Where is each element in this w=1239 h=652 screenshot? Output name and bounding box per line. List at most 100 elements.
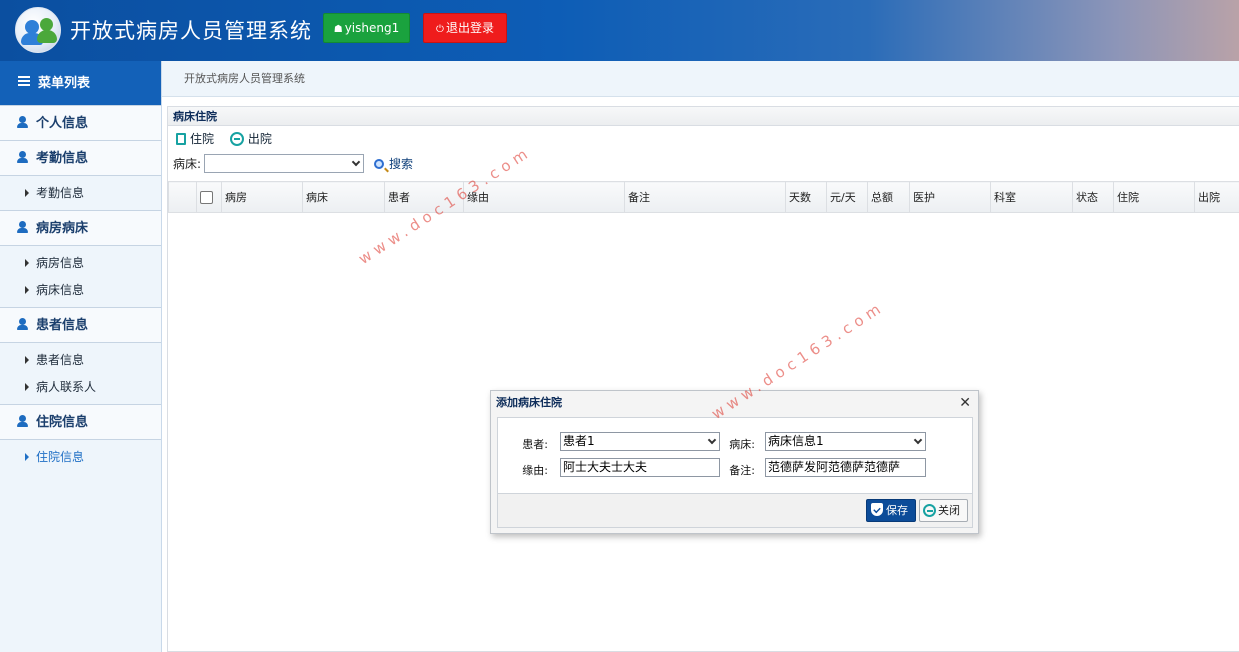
sidebar-group-personal[interactable]: 个人信息 [0, 105, 161, 141]
user-icon [17, 318, 28, 330]
column-header[interactable]: 医护 [909, 181, 991, 213]
home-icon: ☗ [333, 24, 343, 35]
search-button[interactable]: 搜索 [374, 153, 413, 175]
bed-select[interactable]: 病床信息1 [765, 432, 926, 451]
sidebar-group-label: 考勤信息 [36, 151, 89, 166]
close-button-label: 关闭 [938, 504, 960, 517]
column-header[interactable]: 出院 [1194, 181, 1239, 213]
bed-hospitalization-panel: 病床住院 住院 出院 病床: 搜索 病房 病床 患者 缘由 备注 天数 元/天 … [167, 106, 1239, 652]
app-title: 开放式病房人员管理系统 [70, 19, 312, 43]
main-content: 开放式病房人员管理系统 病床住院 住院 出院 病床: 搜索 病房 病床 患者 缘由 [162, 61, 1239, 652]
column-header[interactable]: 病房 [221, 181, 303, 213]
column-header[interactable]: 总额 [867, 181, 910, 213]
sidebar-item-patient-contacts[interactable]: 病人联系人 [0, 374, 161, 401]
discharge-button[interactable]: 出院 [229, 126, 272, 152]
user-button[interactable]: ☗ yisheng1 [323, 13, 410, 43]
sidebar-group-wards[interactable]: 病房病床 [0, 210, 161, 246]
sidebar-group-patients[interactable]: 患者信息 [0, 307, 161, 343]
sidebar-group-hospitalization[interactable]: 住院信息 [0, 404, 161, 440]
sidebar-item-attendance[interactable]: 考勤信息 [0, 180, 161, 207]
column-header[interactable]: 备注 [624, 181, 786, 213]
column-header[interactable]: 缘由 [463, 181, 625, 213]
close-icon[interactable]: ✕ [959, 391, 971, 415]
sidebar-item-label: 考勤信息 [36, 186, 85, 200]
logout-button[interactable]: ⏻ 退出登录 [423, 13, 507, 43]
power-icon: ⏻ [436, 24, 444, 35]
remark-input-value: 范德萨发阿范德萨范德萨 [768, 460, 901, 474]
breadcrumb-label: 开放式病房人员管理系统 [184, 72, 305, 85]
hospitalization-table: 病房 病床 患者 缘由 备注 天数 元/天 总额 医护 科室 状态 住院 出院 [168, 181, 1239, 213]
bed-search-label: 病床: [173, 156, 202, 171]
user-button-label: yisheng1 [344, 21, 400, 35]
user-icon [17, 151, 28, 163]
caret-right-icon [25, 453, 29, 461]
patient-select-value: 患者1 [563, 434, 595, 448]
top-header: 开放式病房人员管理系统 ☗ yisheng1 ⏻ 退出登录 [0, 0, 1239, 61]
sidebar-item-ward-info[interactable]: 病房信息 [0, 250, 161, 277]
caret-right-icon [25, 259, 29, 267]
document-icon [176, 133, 186, 145]
search-row: 病床: 搜索 [168, 152, 1239, 176]
save-button-label: 保存 [886, 504, 908, 517]
dialog-footer: 保存 关闭 [497, 494, 973, 528]
caret-right-icon [25, 286, 29, 294]
user-icon [17, 116, 28, 128]
sidebar-item-hospitalization-info[interactable]: 住院信息 [0, 444, 161, 471]
remark-input[interactable]: 范德萨发阿范德萨范德萨 [765, 458, 926, 477]
sidebar-item-label: 患者信息 [36, 353, 85, 367]
save-button[interactable]: 保存 [866, 499, 916, 522]
column-header[interactable]: 元/天 [826, 181, 868, 213]
sidebar: 菜单列表 个人信息 考勤信息 考勤信息 病房病床 病房信息 病床信息 患者信息 … [0, 61, 162, 652]
menu-header: 菜单列表 [0, 61, 161, 106]
menu-list-icon [18, 76, 30, 88]
breadcrumb: 开放式病房人员管理系统 [162, 61, 1239, 97]
sidebar-group-label: 病房病床 [36, 221, 89, 236]
column-header[interactable]: 住院 [1113, 181, 1195, 213]
column-header[interactable]: 病床 [302, 181, 385, 213]
shield-check-icon [871, 503, 883, 516]
admit-button[interactable]: 住院 [176, 126, 214, 152]
bed-search-select[interactable] [204, 154, 365, 173]
reason-input[interactable]: 阿士大夫士大夫 [560, 458, 720, 477]
admit-button-label: 住院 [190, 132, 215, 146]
search-icon [374, 158, 385, 169]
close-button[interactable]: 关闭 [919, 499, 968, 522]
sidebar-group-label: 住院信息 [36, 415, 89, 430]
logout-button-label: 退出登录 [445, 21, 494, 35]
chevron-down-icon [913, 435, 923, 445]
reason-label: 缘由: [522, 464, 548, 477]
dialog-title-label: 添加病床住院 [496, 396, 562, 409]
row-number-header [168, 181, 197, 213]
user-icon [17, 221, 28, 233]
column-header[interactable]: 状态 [1072, 181, 1114, 213]
minus-circle-icon [229, 132, 244, 146]
select-all-header [196, 181, 222, 213]
bed-select-value: 病床信息1 [768, 434, 824, 448]
dialog-title: 添加病床住院 ✕ [491, 391, 978, 415]
column-header[interactable]: 患者 [384, 181, 464, 213]
bed-label: 病床: [729, 438, 755, 451]
sidebar-group-attendance[interactable]: 考勤信息 [0, 140, 161, 176]
sidebar-item-label: 病床信息 [36, 283, 85, 297]
column-header[interactable]: 天数 [785, 181, 827, 213]
minus-circle-icon [923, 504, 936, 517]
caret-right-icon [25, 383, 29, 391]
column-header[interactable]: 科室 [990, 181, 1073, 213]
select-all-checkbox[interactable] [200, 190, 213, 204]
search-button-label: 搜索 [389, 156, 414, 171]
patient-select[interactable]: 患者1 [560, 432, 720, 451]
sidebar-item-label: 住院信息 [36, 450, 85, 464]
users-logo-icon [15, 7, 61, 53]
menu-header-label: 菜单列表 [38, 76, 91, 91]
sidebar-group-label: 患者信息 [36, 318, 89, 333]
caret-right-icon [25, 189, 29, 197]
sidebar-item-bed-info[interactable]: 病床信息 [0, 277, 161, 304]
caret-right-icon [25, 356, 29, 364]
reason-input-value: 阿士大夫士大夫 [563, 460, 648, 474]
sidebar-item-patient-info[interactable]: 患者信息 [0, 347, 161, 374]
toolbar: 住院 出院 [168, 126, 1239, 152]
table-header-row: 病房 病床 患者 缘由 备注 天数 元/天 总额 医护 科室 状态 住院 出院 [168, 181, 1239, 213]
discharge-button-label: 出院 [247, 132, 272, 146]
add-hospitalization-dialog: 添加病床住院 ✕ 患者: 患者1 病床: 病床信息1 缘由: 阿士大夫士大夫 备注… [490, 390, 979, 534]
panel-title: 病床住院 [168, 107, 1239, 126]
